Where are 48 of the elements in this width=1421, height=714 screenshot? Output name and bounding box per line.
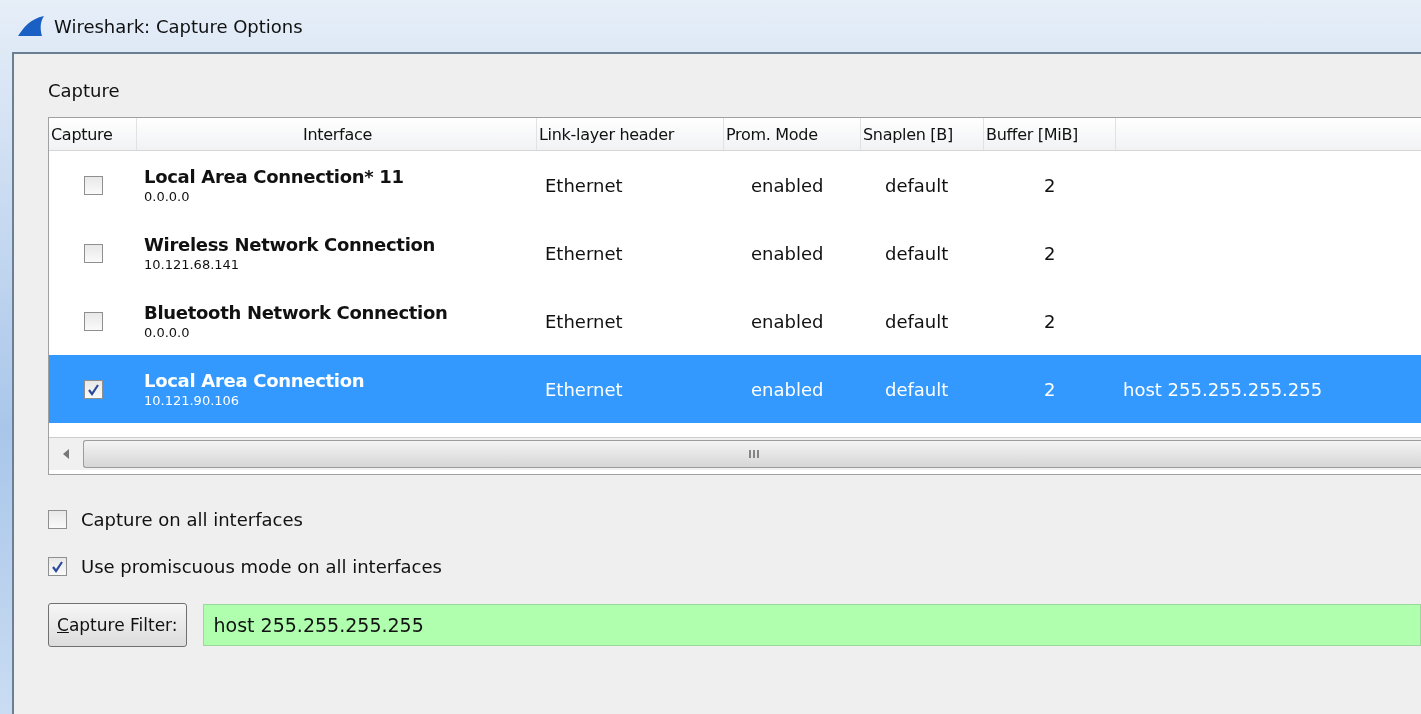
- table-cell: enabled: [751, 242, 824, 264]
- interface-address: 10.121.90.106: [144, 393, 241, 408]
- table-cell: default: [885, 310, 949, 332]
- checkbox[interactable]: [83, 379, 103, 399]
- horizontal-scrollbar[interactable]: [49, 437, 1421, 470]
- table-cell: default: [885, 174, 949, 196]
- checkbox[interactable]: [48, 510, 67, 529]
- option-label: Capture on all interfaces: [81, 509, 303, 530]
- table-cell: Ethernet: [545, 174, 623, 196]
- interface-name: Wireless Network Connection: [144, 234, 437, 255]
- window-title: Wireshark: Capture Options: [54, 15, 303, 37]
- grip-icon: [747, 449, 760, 459]
- checkbox[interactable]: [83, 175, 103, 195]
- table-cell: enabled: [751, 378, 824, 400]
- checkbox[interactable]: [83, 243, 103, 263]
- table-cell: 2: [1044, 378, 1056, 400]
- interface-name: Bluetooth Network Connection: [144, 302, 449, 323]
- table-cell: host 255.255.255.255: [1123, 378, 1323, 400]
- interface-address: 10.121.68.141: [144, 257, 241, 272]
- fin-logo-icon: [16, 15, 46, 37]
- column-header[interactable]: Buffer [MiB]: [984, 118, 1116, 150]
- table-cell: 2: [1044, 310, 1056, 332]
- interface-name: Local Area Connection: [144, 370, 366, 391]
- interface-name: Local Area Connection* 11: [144, 166, 405, 187]
- interface-address: 0.0.0.0: [144, 189, 191, 204]
- column-header[interactable]: Capture: [49, 118, 137, 150]
- capture-filter-button[interactable]: Capture Filter:: [48, 603, 187, 647]
- table-cell: enabled: [751, 174, 824, 196]
- scroll-left-icon[interactable]: [62, 449, 70, 459]
- scroll-thumb[interactable]: [83, 440, 1421, 468]
- group-label: Capture: [48, 80, 121, 101]
- checkbox[interactable]: [83, 311, 103, 331]
- option-label: Use promiscuous mode on all interfaces: [81, 556, 442, 577]
- table-cell: enabled: [751, 310, 824, 332]
- table-cell: Ethernet: [545, 378, 623, 400]
- interface-address: 0.0.0.0: [144, 325, 191, 340]
- table-cell: default: [885, 378, 949, 400]
- column-header[interactable]: Prom. Mode: [724, 118, 861, 150]
- column-header[interactable]: Link-layer header: [537, 118, 724, 150]
- capture-filter-field[interactable]: host 255.255.255.255: [202, 604, 1421, 646]
- checkbox[interactable]: [48, 557, 67, 576]
- table-cell: 2: [1044, 174, 1056, 196]
- table-cell: 2: [1044, 242, 1056, 264]
- column-header[interactable]: Interface: [137, 118, 537, 150]
- table-cell: Ethernet: [545, 242, 623, 264]
- table-cell: default: [885, 242, 949, 264]
- column-header[interactable]: Snaplen [B]: [861, 118, 984, 150]
- table-cell: Ethernet: [545, 310, 623, 332]
